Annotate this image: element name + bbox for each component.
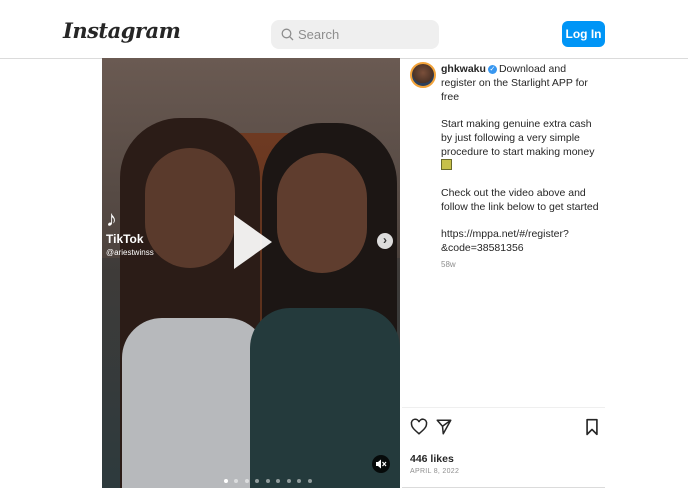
video-face-right <box>277 153 367 273</box>
login-button[interactable]: Log In <box>562 21 605 47</box>
caption-paragraph: Start making genuine extra cash by just … <box>441 117 601 173</box>
caption-link[interactable]: https://mppa.net/#/register? &code=38581… <box>441 227 601 255</box>
bookmark-icon[interactable] <box>585 418 599 436</box>
verified-badge-icon: ✓ <box>487 65 497 74</box>
share-icon[interactable] <box>435 418 453 436</box>
carousel-dot <box>224 479 228 483</box>
caption-link-line[interactable]: &code=38581356 <box>441 242 524 254</box>
instagram-logo[interactable]: Instagram <box>63 18 181 43</box>
search-input[interactable] <box>298 20 433 49</box>
post-time-ago[interactable]: 58w <box>441 258 601 272</box>
next-slide-chevron-icon[interactable]: › <box>377 233 393 249</box>
tiktok-username: @ariestwinss <box>106 248 154 257</box>
post-date: APRIL 8, 2022 <box>410 468 460 475</box>
search-icon <box>281 28 294 41</box>
video-shirt-left <box>122 318 267 488</box>
carousel-dot <box>265 479 270 483</box>
avatar[interactable] <box>410 62 436 88</box>
likes-count[interactable]: 446 likes <box>410 453 454 465</box>
heart-icon[interactable] <box>410 418 428 436</box>
caption-first-line: ghkwaku ✓ Download and register on the Sta… <box>441 62 601 104</box>
carousel-dot <box>244 479 249 483</box>
search-box[interactable] <box>271 20 439 49</box>
tiktok-logo-icon: ♪ <box>106 206 117 231</box>
carousel-dot <box>307 479 312 483</box>
caption-paragraph: Check out the video above and follow the… <box>441 187 599 213</box>
caption-link-line[interactable]: https://mppa.net/#/register? <box>441 228 569 240</box>
caption-paragraph-text: Start making genuine extra cash by just … <box>441 118 595 158</box>
tiktok-brand: TikTok <box>106 232 144 246</box>
money-emoji-icon <box>441 159 452 170</box>
play-button-icon[interactable] <box>234 215 272 269</box>
divider <box>402 407 605 408</box>
mute-icon[interactable] <box>372 455 390 473</box>
carousel-indicator <box>224 470 314 483</box>
post-caption: ghkwaku ✓ Download and register on the Sta… <box>441 62 601 272</box>
divider <box>402 487 605 488</box>
username-link[interactable]: ghkwaku <box>441 63 486 75</box>
tiktok-watermark: ♪ TikTok @ariestwinss <box>106 206 176 258</box>
post-video[interactable]: ♪ TikTok @ariestwinss › <box>102 58 400 488</box>
top-navigation-bar: Instagram Log In <box>0 0 688 59</box>
carousel-dot <box>286 479 291 483</box>
